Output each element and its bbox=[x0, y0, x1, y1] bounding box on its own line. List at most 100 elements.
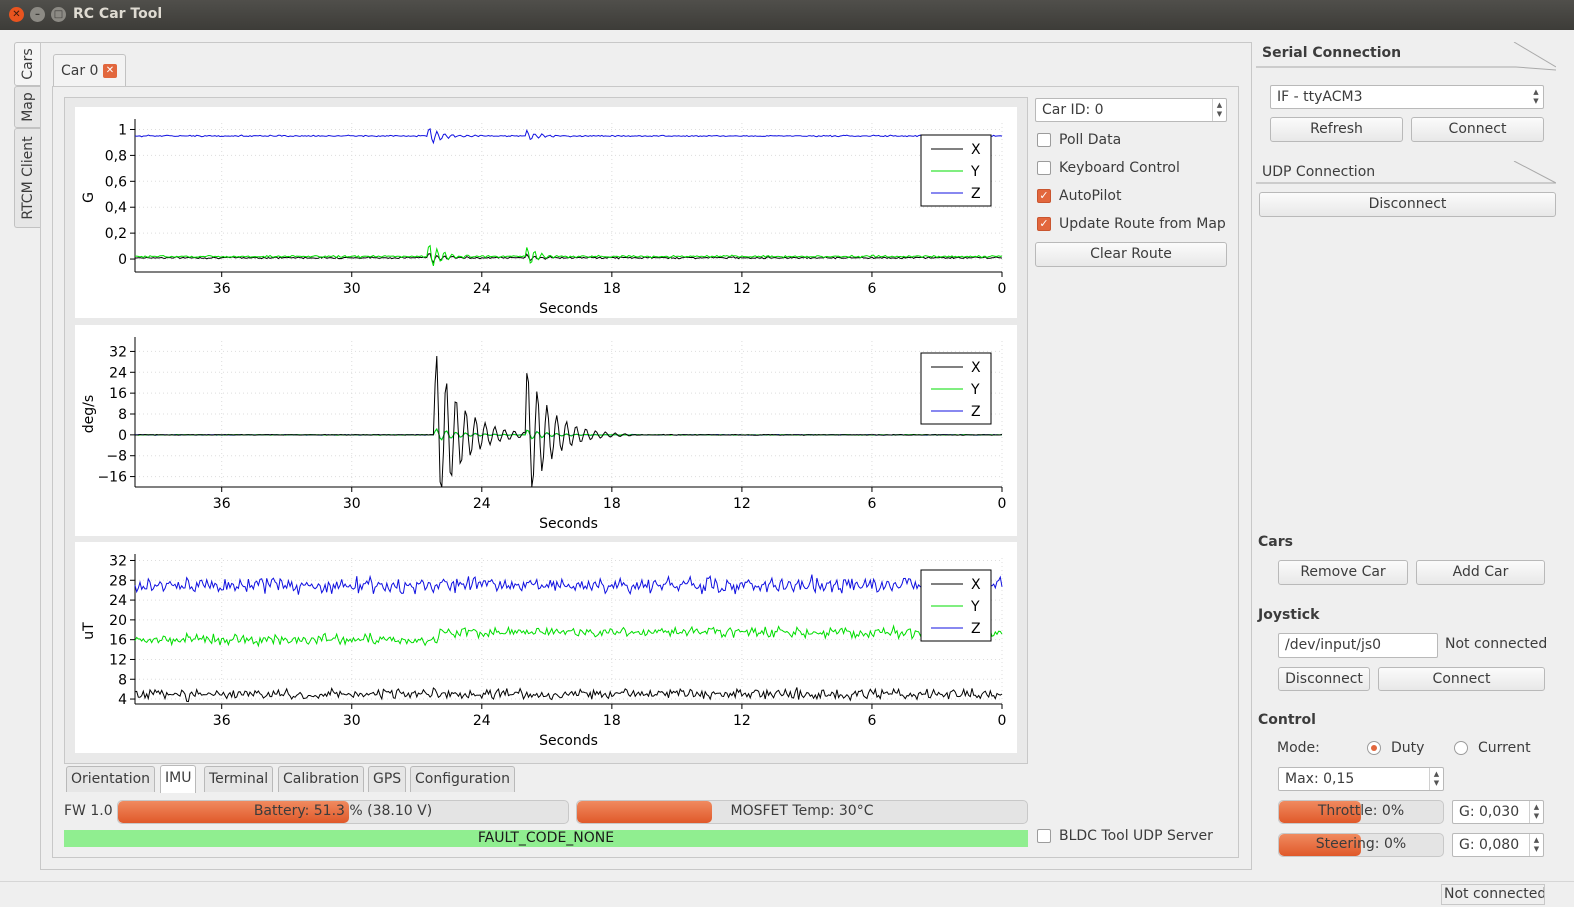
legend-label-y: Y bbox=[970, 599, 980, 615]
control-title: Control bbox=[1258, 712, 1316, 728]
max-spinbox[interactable]: Max: 0,15 ▲ ▼ bbox=[1278, 767, 1444, 791]
duty-radio[interactable] bbox=[1367, 741, 1381, 755]
series-line-y bbox=[135, 244, 1003, 267]
y-tick-label: 24 bbox=[109, 365, 127, 381]
cars-title: Cars bbox=[1258, 534, 1293, 550]
update-route-checkbox[interactable]: ✓ bbox=[1037, 217, 1051, 231]
tab-configuration[interactable]: Configuration bbox=[410, 766, 515, 792]
legend-label-x: X bbox=[971, 142, 981, 158]
udp-header: UDP Connection bbox=[1256, 161, 1556, 185]
y-tick-label: 8 bbox=[118, 672, 127, 688]
steering-text: Steering: 0% bbox=[1315, 836, 1407, 852]
spin-arrows-icon[interactable]: ▲ ▼ bbox=[1429, 768, 1443, 790]
steering-bar: Steering: 0% bbox=[1278, 833, 1444, 857]
y-tick-label: 32 bbox=[109, 553, 127, 569]
car-tab[interactable]: Car 0 ✕ bbox=[53, 54, 126, 87]
side-tab-rtcm-client[interactable]: RTCM Client bbox=[14, 128, 40, 228]
car-id-spinbox[interactable]: Car ID: 0 ▲ ▼ bbox=[1035, 98, 1227, 122]
tab-gps[interactable]: GPS bbox=[368, 766, 407, 792]
tab-orientation[interactable]: Orientation bbox=[66, 766, 156, 792]
mode-label: Mode: bbox=[1277, 740, 1320, 756]
tab-imu[interactable]: IMU bbox=[160, 765, 197, 793]
spin-arrows-icon[interactable]: ▲ ▼ bbox=[1529, 834, 1543, 856]
udp-disconnect-button[interactable]: Disconnect bbox=[1259, 192, 1556, 217]
side-tab-map[interactable]: Map bbox=[14, 86, 40, 128]
x-tick-label: 24 bbox=[473, 496, 491, 512]
throttle-gain-spinbox[interactable]: G: 0,030 ▲ ▼ bbox=[1452, 800, 1544, 824]
y-tick-label: 0,2 bbox=[105, 226, 127, 242]
throttle-text: Throttle: 0% bbox=[1317, 803, 1405, 819]
mosfet-temp-bar: MOSFET Temp: 30°C bbox=[576, 800, 1028, 824]
spin-arrows-icon[interactable]: ▲ ▼ bbox=[1529, 801, 1543, 823]
tab-calibration[interactable]: Calibration bbox=[278, 766, 365, 792]
x-tick-label: 12 bbox=[733, 281, 751, 297]
side-tab-cars[interactable]: Cars bbox=[14, 42, 40, 86]
x-tick-label: 0 bbox=[998, 281, 1007, 297]
battery-text: Battery: 51.3 % (38.10 V) bbox=[253, 803, 433, 819]
joystick-connect-button[interactable]: Connect bbox=[1378, 667, 1545, 691]
joystick-title: Joystick bbox=[1258, 607, 1320, 623]
close-tab-icon[interactable]: ✕ bbox=[103, 64, 117, 78]
x-tick-label: 0 bbox=[998, 713, 1007, 729]
x-tick-label: 18 bbox=[603, 713, 621, 729]
x-tick-label: 12 bbox=[733, 713, 751, 729]
y-tick-label: 12 bbox=[109, 652, 127, 668]
x-axis-label: Seconds bbox=[539, 301, 598, 317]
car-tab-label: Car 0 bbox=[61, 63, 99, 79]
y-tick-label: −16 bbox=[97, 470, 127, 486]
y-axis-label: uT bbox=[81, 622, 97, 640]
accel-plot: 36 30 24 18 12 6 0 1 0,8 0,6 0,4 0,2 0 Seconds G X Y Z bbox=[75, 107, 1017, 318]
y-tick-label: −8 bbox=[106, 449, 127, 465]
close-window-icon[interactable]: ✕ bbox=[9, 7, 24, 22]
joystick-disconnect-button[interactable]: Disconnect bbox=[1278, 667, 1370, 691]
joystick-device-input[interactable]: /dev/input/js0 bbox=[1278, 633, 1438, 658]
x-tick-label: 30 bbox=[343, 281, 361, 297]
legend-label-y: Y bbox=[970, 164, 980, 180]
serial-port-select[interactable]: IF - ttyACM3 ▲ ▼ bbox=[1270, 85, 1544, 109]
y-tick-label: 0 bbox=[118, 252, 127, 268]
bldc-udp-checkbox[interactable] bbox=[1037, 829, 1051, 843]
y-tick-label: 16 bbox=[109, 386, 127, 402]
legend-label-z: Z bbox=[971, 186, 981, 202]
serial-refresh-button[interactable]: Refresh bbox=[1270, 117, 1403, 142]
y-tick-label: 32 bbox=[109, 344, 127, 360]
minimize-window-icon[interactable]: – bbox=[30, 7, 45, 22]
y-axis-label: deg/s bbox=[81, 395, 97, 433]
gyro-plot: 36 30 24 18 12 6 0 32 24 16 8 0 −8 −16 Seconds deg/s X Y Z bbox=[75, 325, 1017, 536]
status-bar bbox=[0, 881, 1574, 907]
fw-version: FW 1.0 bbox=[64, 803, 113, 819]
clear-route-button[interactable]: Clear Route bbox=[1035, 242, 1227, 267]
poll-data-label: Poll Data bbox=[1059, 132, 1122, 148]
x-tick-label: 36 bbox=[213, 281, 231, 297]
x-tick-label: 24 bbox=[473, 713, 491, 729]
current-radio[interactable] bbox=[1454, 741, 1468, 755]
legend-label-z: Z bbox=[971, 404, 981, 420]
x-tick-label: 6 bbox=[867, 496, 876, 512]
keyboard-control-checkbox[interactable] bbox=[1037, 161, 1051, 175]
add-car-button[interactable]: Add Car bbox=[1416, 560, 1545, 585]
x-tick-label: 18 bbox=[603, 281, 621, 297]
remove-car-button[interactable]: Remove Car bbox=[1278, 560, 1408, 585]
joystick-status: Not connected bbox=[1445, 636, 1548, 652]
maximize-window-icon[interactable]: □ bbox=[51, 7, 66, 22]
poll-data-checkbox[interactable] bbox=[1037, 133, 1051, 147]
legend-label-z: Z bbox=[971, 621, 981, 637]
y-axis-label: G bbox=[81, 192, 97, 203]
steering-gain-spinbox[interactable]: G: 0,080 ▲ ▼ bbox=[1452, 833, 1544, 857]
autopilot-checkbox[interactable]: ✓ bbox=[1037, 189, 1051, 203]
y-tick-label: 0 bbox=[118, 428, 127, 444]
serial-connect-button[interactable]: Connect bbox=[1411, 117, 1544, 142]
y-tick-label: 8 bbox=[118, 407, 127, 423]
x-tick-label: 18 bbox=[603, 496, 621, 512]
spin-arrows-icon[interactable]: ▲ ▼ bbox=[1212, 99, 1226, 121]
x-axis-label: Seconds bbox=[539, 733, 598, 749]
legend-label-y: Y bbox=[970, 382, 980, 398]
x-axis-label: Seconds bbox=[539, 516, 598, 532]
keyboard-control-label: Keyboard Control bbox=[1059, 160, 1180, 176]
x-tick-label: 6 bbox=[867, 281, 876, 297]
x-tick-label: 6 bbox=[867, 713, 876, 729]
y-tick-label: 16 bbox=[109, 633, 127, 649]
bldc-udp-label: BLDC Tool UDP Server bbox=[1059, 828, 1213, 844]
x-tick-label: 12 bbox=[733, 496, 751, 512]
tab-terminal[interactable]: Terminal bbox=[204, 766, 274, 792]
